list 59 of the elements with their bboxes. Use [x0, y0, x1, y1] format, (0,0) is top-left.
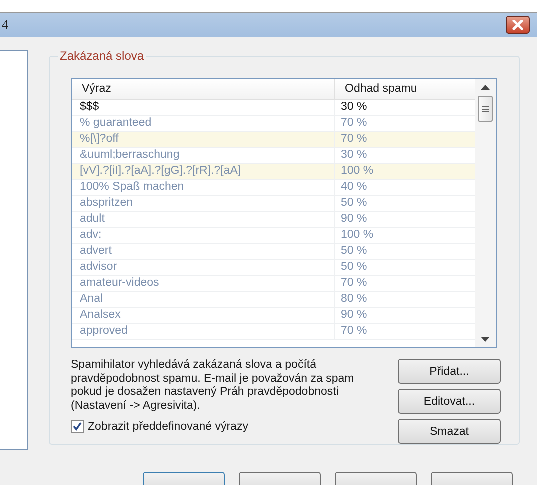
- estimate-cell-text: 70 %: [340, 276, 368, 291]
- estimate-cell-text: 70 %: [340, 116, 368, 131]
- list-row[interactable]: approved 70 %: [72, 324, 475, 340]
- list-row[interactable]: %[\]?off 70 %: [72, 132, 475, 148]
- list-row[interactable]: adult 90 %: [72, 212, 475, 228]
- list-row[interactable]: adv: 100 %: [72, 228, 475, 244]
- estimate-cell-text: 50 %: [340, 244, 368, 259]
- checkbox-label[interactable]: Zobrazit předdefinované výrazy: [88, 420, 248, 432]
- expression-cell: % guaranteed: [72, 116, 335, 131]
- list-row[interactable]: Analsex 90 %: [72, 308, 475, 324]
- window-title: 4: [2, 17, 8, 33]
- list-row[interactable]: advert 50 %: [72, 244, 475, 260]
- estimate-cell-text: 90 %: [340, 308, 368, 323]
- estimate-cell-text: 90 %: [340, 212, 368, 227]
- close-button[interactable]: [506, 16, 530, 34]
- estimate-cell-text: 70 %: [340, 324, 368, 339]
- expression-cell: &uuml;berraschung: [72, 148, 335, 163]
- expression-cell: Anal: [72, 292, 335, 307]
- list-row[interactable]: advisor 50 %: [72, 260, 475, 276]
- close-icon: [512, 20, 524, 30]
- column-header[interactable]: Odhad spamu: [335, 79, 475, 99]
- expression-cell: $$$: [72, 100, 335, 115]
- expression-cell: advisor: [72, 260, 335, 275]
- scroll-thumb[interactable]: [478, 96, 493, 122]
- estimate-cell-text: 30 %: [340, 100, 368, 115]
- action-button[interactable]: Editovat...: [398, 389, 501, 414]
- list-row[interactable]: Anal 80 %: [72, 292, 475, 308]
- estimate-cell-text: 40 %: [340, 180, 368, 195]
- column-header[interactable]: Výraz: [72, 79, 335, 99]
- group-title: Zakázaná slova: [58, 49, 146, 63]
- estimate-cell-text: 50 %: [340, 260, 368, 275]
- expression-cell: %[\]?off: [72, 132, 335, 147]
- expression-cell: adult: [72, 212, 335, 227]
- expression-cell: abspritzen: [72, 196, 335, 211]
- expression-cell: advert: [72, 244, 335, 259]
- checkbox[interactable]: [71, 420, 84, 433]
- list-row[interactable]: [vV].?[iI].?[aA].?[gG].?[rR].?[aA] 100 %: [72, 164, 475, 180]
- expression-cell: Analsex: [72, 308, 335, 323]
- list-row[interactable]: $$$ 30 %: [72, 100, 475, 116]
- estimate-cell-text: 50 %: [340, 196, 368, 211]
- list-row[interactable]: 100% Spaß machen 40 %: [72, 180, 475, 196]
- expression-cell: [vV].?[iI].?[aA].?[gG].?[rR].?[aA]: [72, 164, 335, 179]
- expression-cell: 100% Spaß machen: [72, 180, 335, 195]
- estimate-cell-text: 30 %: [340, 148, 368, 163]
- estimate-cell-text: 100 %: [340, 228, 375, 243]
- list-row[interactable]: amateur-videos 70 %: [72, 276, 475, 292]
- estimate-cell-text: 80 %: [340, 292, 368, 307]
- action-button[interactable]: Smazat: [398, 419, 501, 444]
- action-button[interactable]: Přidat...: [398, 359, 501, 384]
- scroll-down-icon[interactable]: [481, 337, 490, 342]
- expression-cell: adv:: [72, 228, 335, 243]
- estimate-cell-text: 100 %: [340, 164, 375, 179]
- list-row[interactable]: abspritzen 50 %: [72, 196, 475, 212]
- expression-cell: approved: [72, 324, 335, 339]
- estimate-cell-text: 70 %: [340, 132, 368, 147]
- scrollbar[interactable]: [475, 79, 496, 347]
- description-text: Spamihilator vyhledává zakázaná slova a počítá pravděpodobnost spamu. E-mail je považován za spam pokud je dosažen nastavený Práh pravděpodobnosti (Nastavení -> Agresivita).: [71, 359, 356, 413]
- expression-cell: amateur-videos: [72, 276, 335, 291]
- scroll-up-icon[interactable]: [481, 85, 490, 90]
